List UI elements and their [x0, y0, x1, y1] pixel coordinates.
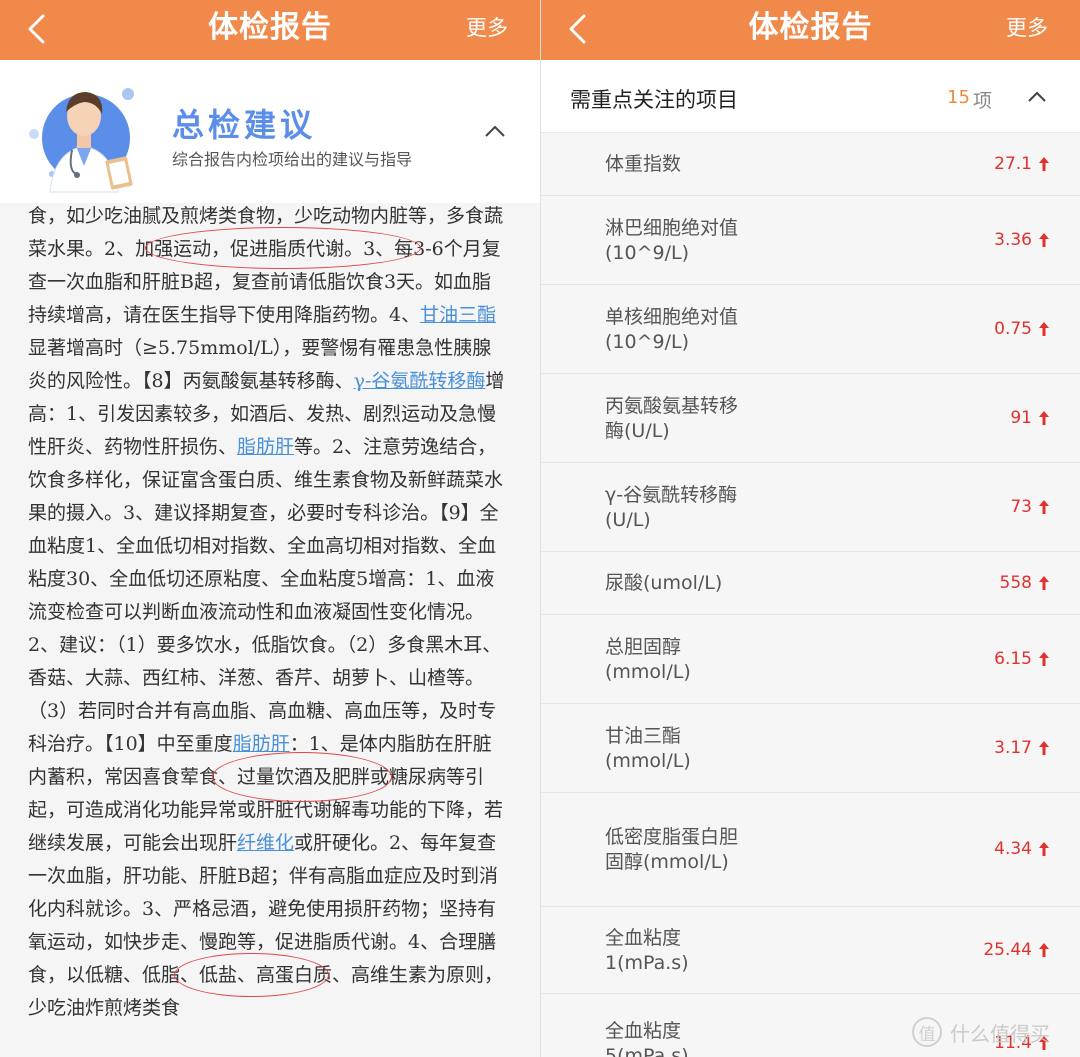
arrow-up-icon	[1039, 652, 1049, 666]
arrow-up-icon	[1039, 741, 1049, 755]
indicator-value: 25.44	[983, 940, 1050, 960]
indicator-value-text: 4.34	[994, 839, 1032, 859]
item-count: 15	[947, 87, 970, 108]
arrow-up-icon	[1039, 157, 1049, 171]
indicator-value-text: 6.15	[994, 649, 1032, 669]
arrow-up-icon	[1039, 943, 1049, 957]
indicator-row[interactable]: 体重指数 27.1	[541, 133, 1080, 196]
arrow-up-icon	[1039, 233, 1049, 247]
indicator-value: 6.15	[994, 649, 1050, 669]
section-title: 需重点关注的项目	[570, 88, 738, 112]
indicator-value: 73	[1010, 497, 1050, 517]
advice-segment: 或肝硬化。2、每年复查一次血脂，肝功能、肝脏B超；伴有高脂血症应及时到消化内科就…	[28, 832, 504, 1019]
arrow-up-icon	[1039, 500, 1049, 514]
indicator-name: 低密度脂蛋白胆固醇(mmol/L)	[605, 826, 739, 873]
indicator-name: 总胆固醇(mmol/L)	[605, 636, 691, 683]
focus-items-list: 需重点关注的项目 15 项 体重指数 27.1 淋巴细胞绝对值(10^9/L) 3.3…	[541, 60, 1080, 1057]
indicator-value: 3.17	[994, 738, 1050, 758]
section-header[interactable]: 需重点关注的项目 15 项	[541, 60, 1080, 133]
indicator-row[interactable]: 单核细胞绝对值(10^9/L) 0.75	[541, 285, 1080, 374]
right-screen: 体检报告 更多 需重点关注的项目 15 项 体重指数 27.1 淋巴细胞绝对值(10…	[541, 0, 1080, 1057]
indicator-value: 27.1	[994, 154, 1050, 174]
term-link[interactable]: γ-谷氨酰转移酶	[354, 370, 486, 392]
more-button[interactable]: 更多	[1006, 12, 1048, 44]
term-link[interactable]: 脂肪肝	[233, 733, 290, 755]
indicator-name: 甘油三酯(mmol/L)	[605, 725, 691, 772]
indicator-value-text: 91	[1010, 408, 1032, 428]
more-button[interactable]: 更多	[466, 12, 508, 44]
item-count-unit: 项	[973, 90, 993, 112]
indicator-value-text: 3.36	[994, 230, 1032, 250]
page-title: 体检报告	[748, 10, 873, 45]
indicator-value-text: 73	[1010, 497, 1032, 517]
indicator-value-text: 3.17	[994, 738, 1032, 758]
term-link[interactable]: 脂肪肝	[237, 436, 294, 458]
term-link[interactable]: 甘油三酯	[420, 304, 496, 326]
indicator-value-text: 25.44	[983, 940, 1032, 960]
indicator-value: 3.36	[994, 230, 1050, 250]
indicator-name: γ-谷氨酰转移酶(U/L)	[605, 484, 738, 531]
advice-text: 食，如少吃油腻及煎烤类食物，少吃动物内脏等，多食蔬菜水果。2、加强运动，促进脂质…	[28, 200, 508, 1025]
summary-card-header: 总检建议 综合报告内检项给出的建议与指导	[0, 60, 540, 203]
arrow-up-icon	[1039, 322, 1049, 336]
indicator-name: 丙氨酸氨基转移酶(U/L)	[605, 395, 739, 442]
indicator-value: 558	[1000, 573, 1050, 593]
card-title: 总检建议	[172, 106, 317, 144]
indicator-row[interactable]: 总胆固醇(mmol/L) 6.15	[541, 615, 1080, 704]
indicator-name: 尿酸(umol/L)	[605, 572, 723, 594]
chevron-up-icon[interactable]	[480, 118, 510, 144]
indicator-row[interactable]: γ-谷氨酰转移酶(U/L) 73	[541, 463, 1080, 552]
indicator-name: 全血粘度1(mPa.s)	[605, 927, 689, 974]
indicator-row[interactable]: 低密度脂蛋白胆固醇(mmol/L) 4.34	[541, 793, 1080, 907]
nav-bar: 体检报告 更多	[0, 0, 540, 60]
arrow-up-icon	[1039, 411, 1049, 425]
indicator-row[interactable]: 尿酸(umol/L) 558	[541, 552, 1080, 615]
indicator-row[interactable]: 甘油三酯(mmol/L) 3.17	[541, 704, 1080, 793]
arrow-up-icon	[1039, 576, 1049, 590]
nav-bar: 体检报告 更多	[541, 0, 1080, 60]
watermark-logo-icon: 值	[912, 1017, 942, 1047]
arrow-up-icon	[1039, 842, 1049, 856]
indicator-row[interactable]: 全血粘度1(mPa.s) 25.44	[541, 907, 1080, 994]
indicator-value: 0.75	[994, 319, 1050, 339]
left-screen: 食，如少吃油腻及煎烤类食物，少吃动物内脏等，多食蔬菜水果。2、加强运动，促进脂质…	[0, 0, 540, 1057]
card-subtitle: 综合报告内检项给出的建议与指导	[172, 150, 413, 169]
indicator-value-text: 0.75	[994, 319, 1032, 339]
indicator-value: 91	[1010, 408, 1050, 428]
term-link[interactable]: 纤维化	[237, 832, 294, 854]
page-title: 体检报告	[208, 10, 332, 45]
indicator-name: 淋巴细胞绝对值(10^9/L)	[605, 217, 739, 264]
indicator-row[interactable]: 丙氨酸氨基转移酶(U/L) 91	[541, 374, 1080, 463]
indicator-value: 4.34	[994, 839, 1050, 859]
watermark-text: 什么值得买	[950, 1021, 1050, 1046]
indicator-value-text: 27.1	[994, 154, 1032, 174]
doctor-illustration	[29, 88, 134, 193]
chevron-up-icon[interactable]	[1026, 88, 1048, 106]
indicator-name: 体重指数	[605, 153, 682, 175]
watermark: 值 什么值得买	[912, 1012, 1080, 1052]
indicator-value-text: 558	[999, 573, 1032, 593]
advice-segment: 等。2、注意劳逸结合，饮食多样化，保证富含蛋白质、维生素食物及新鲜蔬菜水果的摄入…	[28, 436, 504, 755]
indicator-row[interactable]: 淋巴细胞绝对值(10^9/L) 3.36	[541, 196, 1080, 285]
indicator-name: 全血粘度5(mPa.s)	[605, 1020, 689, 1057]
indicator-name: 单核细胞绝对值(10^9/L)	[605, 306, 739, 353]
